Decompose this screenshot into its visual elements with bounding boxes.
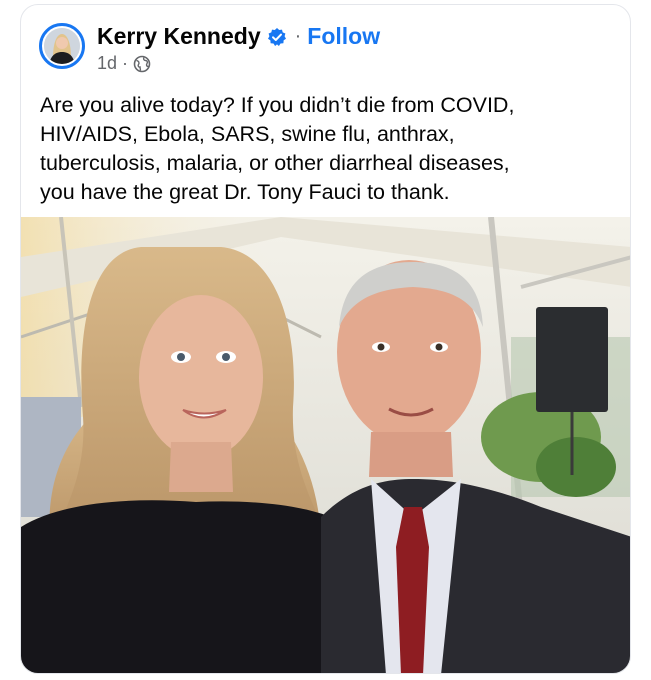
- post-meta: 1d ·: [97, 53, 151, 74]
- follow-separator: ·: [294, 25, 302, 47]
- post-timestamp[interactable]: 1d: [97, 53, 117, 74]
- verified-badge-icon: [267, 27, 287, 47]
- avatar-icon: [44, 28, 80, 64]
- author-line: Kerry Kennedy · Follow: [97, 23, 380, 50]
- globe-icon[interactable]: [133, 55, 151, 73]
- author-avatar[interactable]: [39, 23, 85, 69]
- event-photo-image[interactable]: [21, 217, 630, 673]
- post-text: Are you alive today? If you didn’t die f…: [40, 93, 515, 204]
- post-header: Kerry Kennedy · Follow 1d ·: [21, 5, 630, 85]
- meta-separator: ·: [122, 53, 129, 73]
- follow-button[interactable]: Follow: [307, 23, 380, 50]
- author-name[interactable]: Kerry Kennedy: [97, 23, 261, 50]
- facebook-post-card: Kerry Kennedy · Follow 1d · Are you aliv…: [20, 4, 631, 674]
